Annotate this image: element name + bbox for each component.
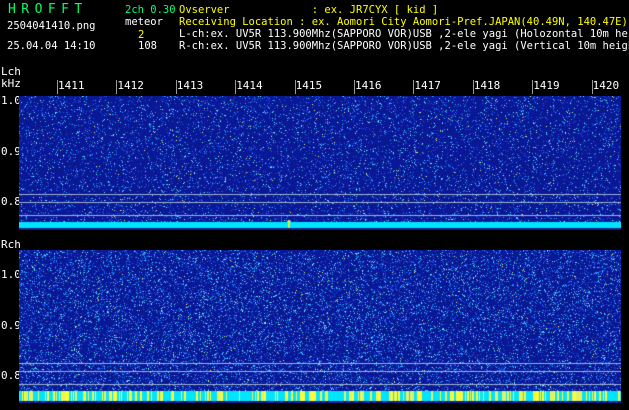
lch-ytick-0-9: 0.9 [1,145,21,158]
time-tick-1417: 1417 [414,79,441,92]
minute-marker [294,80,296,94]
time-tick-1413: 1413 [176,79,204,92]
khz-unit-label: kHz [1,77,21,90]
lch-waterfall [19,96,621,230]
minute-marker [472,80,474,94]
time-tick-1415: 1415 [295,79,323,92]
minute-marker [532,80,534,94]
lch-ytick-1-0: 1.0 [1,94,21,107]
file-name: 2504041410.png [7,20,96,32]
time-tick-1418: 1418 [473,79,501,92]
time-tick-1414: 1414 [236,79,263,92]
time-tick-1411: 1411 [58,79,85,92]
time-tick-1416: 1416 [355,79,382,92]
minute-marker [591,80,593,94]
rch-waterfall [19,250,621,403]
minute-marker [235,80,237,94]
minute-marker [354,80,355,94]
lch-meteor-count: 2 [138,29,145,41]
rch-meteor-count: 108 [138,40,157,52]
time-tick-1412: 1412 [117,79,144,92]
time-tick-1420: 1420 [592,79,620,92]
location-line: Receiving Location : ex. Aomori City Aom… [179,16,628,28]
rch-ytick-1-0: 1.0 [1,268,21,281]
app-logo: HROFFT [8,2,88,17]
lch-channel-label: Lch [1,65,21,78]
rch-description: R-ch:ex. UV5R 113.900Mhz(SAPPORO VOR)USB… [179,40,629,52]
channel-info: 2ch 0.30 [125,4,176,16]
rch-ytick-0-9: 0.9 [1,319,21,332]
time-tick-1419: 1419 [533,79,560,92]
minute-marker [57,80,58,94]
capture-datetime: 25.04.04 14:10 [7,40,96,52]
minute-marker [413,80,415,94]
rch-ytick-0-8: 0.8 [1,369,21,382]
lch-ytick-0-8: 0.8 [1,195,21,208]
minute-marker [116,80,118,94]
observer-line: Ovserver : ex. JR7CYX [ kid ] [179,4,439,16]
meteor-label: meteor [125,16,163,28]
rch-channel-label: Rch [1,238,21,251]
minute-marker [175,80,177,94]
lch-description: L-ch:ex. UV5R 113.900Mhz(SAPPORO VOR)USB… [179,28,629,40]
